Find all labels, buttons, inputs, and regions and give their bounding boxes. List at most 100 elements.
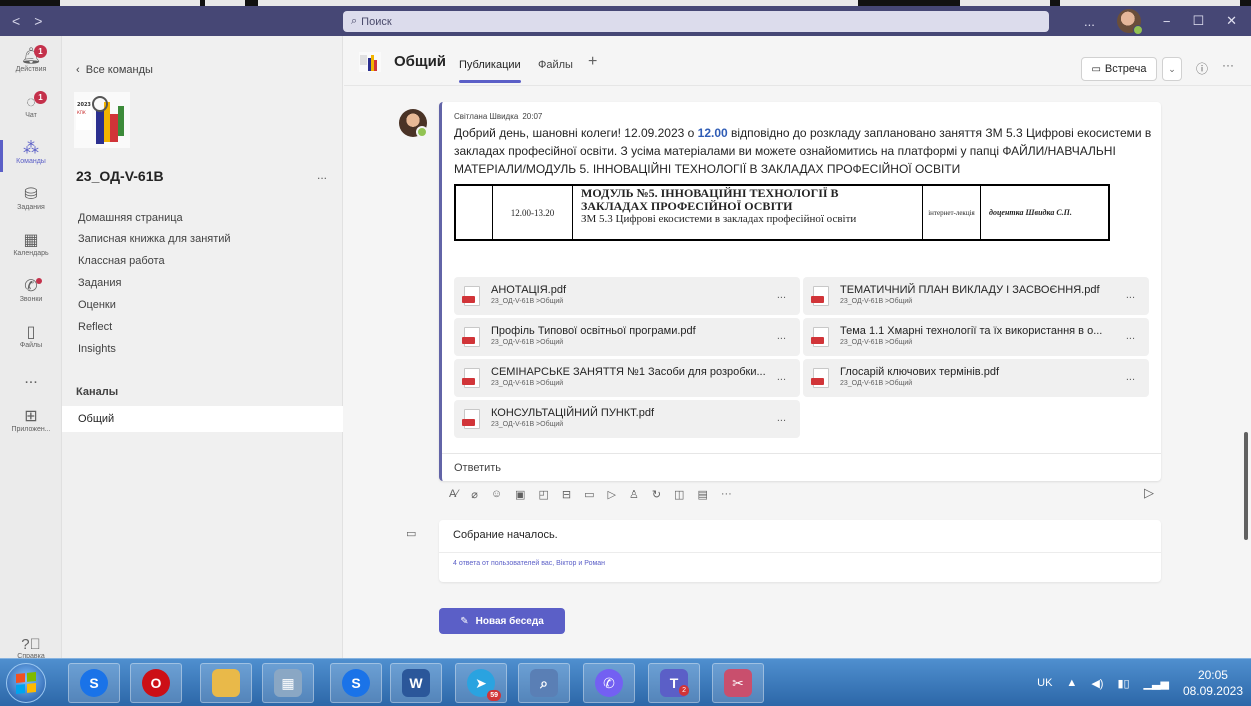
tab-files[interactable]: Файлы [538,59,573,71]
close-button[interactable]: ✕ [1226,13,1237,29]
rail-files[interactable]: ▯ Файлы [0,324,62,349]
rail-more[interactable]: ... [0,370,62,388]
clock[interactable]: 20:05 08.09.2023 [1183,667,1243,699]
rail-calendar[interactable]: ▦ Календарь [0,232,62,257]
gif-icon[interactable]: ▣ [515,488,525,501]
sidebar-item-grades[interactable]: Оценки [78,299,116,311]
video-icon[interactable]: ▭ [584,488,594,501]
language-indicator[interactable]: UK [1037,677,1052,689]
sidebar-item-assignments[interactable]: Задания [78,277,121,289]
emoji-icon[interactable]: ☺ [491,488,502,500]
start-button[interactable] [6,663,46,703]
tray-expand-icon[interactable]: ▲ [1066,677,1077,689]
chrome-icon: S [342,669,370,697]
search-icon: ⌕ [351,15,358,27]
file-more-button[interactable]: ... [1126,330,1135,342]
format-icon[interactable]: A⁄ [449,488,458,500]
pdf-file-icon [811,327,831,347]
sidebar-item-insights[interactable]: Insights [78,343,116,355]
author-avatar[interactable] [399,109,428,138]
file-more-button[interactable]: ... [1126,289,1135,301]
loop-icon[interactable]: ↻ [652,488,661,501]
sticker-icon[interactable]: ◰ [538,488,548,501]
file-attachment[interactable]: Глосарій ключових термінів.pdf 23_ОД-V-6… [803,359,1149,397]
chrome-icon: S [80,669,108,697]
send-icon[interactable]: ▷ [1144,485,1154,501]
bell-icon: 🔔︎ 1 [0,45,62,66]
schedule-meeting-icon[interactable]: ⊟ [562,488,571,501]
stream-icon[interactable]: ▷ [607,488,615,501]
file-more-button[interactable]: ... [777,330,786,342]
maximize-button[interactable]: ☐ [1192,13,1204,29]
file-attachment[interactable]: СЕМІНАРСЬКЕ ЗАНЯТТЯ №1 Засоби для розроб… [454,359,800,397]
meeting-replies-link[interactable]: 4 ответа от пользователей вас, Віктор и … [453,560,605,567]
rail-activity[interactable]: 🔔︎ 1 Действия [0,45,62,73]
taskbar-calculator[interactable]: ▦ [262,663,314,703]
sidebar-item-notebook[interactable]: Записная книжка для занятий [78,233,231,245]
rail-calls[interactable]: ✆ Звонки [0,278,62,303]
search-input[interactable]: ⌕ Поиск [343,11,1049,32]
chat-badge: 1 [34,91,47,104]
taskbar-viber[interactable]: ✆ [583,663,635,703]
info-icon[interactable]: ⓘ [1196,60,1208,77]
taskbar-chrome[interactable]: S [68,663,120,703]
forward-nav-icon[interactable]: > [34,13,56,29]
attach-icon[interactable]: ⌀ [471,488,478,501]
schedule-table: 12.00-13.20 МОДУЛЬ №5. ІННОВАЦІЙНІ ТЕХНО… [454,184,1110,241]
signal-icon[interactable]: ▁▃▅ [1144,677,1169,690]
tab-posts[interactable]: Публикации [459,59,521,83]
taskbar-teams[interactable]: T2 [648,663,700,703]
system-tray: UK ▲ ◀) ▮▯ ▁▃▅ 20:05 08.09.2023 [1037,659,1251,706]
meet-button[interactable]: ▭ Встреча [1081,57,1157,81]
file-more-button[interactable]: ... [777,371,786,383]
rail-label: Файлы [19,342,43,349]
channel-general[interactable]: Общий [62,406,343,432]
volume-icon[interactable]: ◀) [1091,677,1103,690]
settings-more-button[interactable]: ... [1084,14,1095,29]
new-conversation-button[interactable]: ✎ Новая беседа [439,608,565,634]
forms-icon[interactable]: ◫ [674,488,684,501]
rail-help[interactable]: ?⃝ Справка [0,636,62,660]
message-time-highlight: 12.00 [697,126,728,140]
file-attachment[interactable]: АНОТАЦІЯ.pdf 23_ОД-V-61В >Общий ... [454,277,800,315]
rail-chat[interactable]: ◌ 1 Чат [0,91,62,119]
file-attachment[interactable]: ТЕМАТИЧНИЙ ПЛАН ВИКЛАДУ І ЗАСВОЄННЯ.pdf … [803,277,1149,315]
pdf-file-icon [462,368,482,388]
add-tab-button[interactable]: + [588,53,597,71]
file-more-button[interactable]: ... [777,412,786,424]
taskbar-explorer[interactable] [200,663,252,703]
praise-icon[interactable]: ♙ [629,488,639,501]
sidebar-item-home[interactable]: Домашняя страница [78,212,183,224]
network-icon[interactable]: ▮▯ [1117,677,1129,690]
onenote-icon[interactable]: ▤ [697,488,707,501]
reply-button[interactable]: Ответить [442,453,1161,481]
back-nav-icon[interactable]: < [12,13,34,29]
rail-teams[interactable]: ⁂ Команды [0,140,62,172]
file-attachment[interactable]: Профіль Типової освітньої програми.pdf 2… [454,318,800,356]
taskbar-word[interactable]: W [390,663,442,703]
file-attachment[interactable]: Тема 1.1 Хмарні технології та їх викорис… [803,318,1149,356]
sidebar-item-classwork[interactable]: Классная работа [78,255,165,267]
team-more-button[interactable]: ... [317,168,327,182]
file-more-button[interactable]: ... [777,289,786,301]
profile-avatar[interactable] [1116,9,1143,35]
taskbar-opera[interactable]: O [130,663,182,703]
file-path: 23_ОД-V-61В >Общий [491,421,564,428]
taskbar-chrome-2[interactable]: S [330,663,382,703]
sidebar-item-reflect[interactable]: Reflect [78,321,112,333]
meet-options-button[interactable]: ⌄ [1162,57,1182,81]
minimize-button[interactable]: − [1163,14,1171,29]
scrollbar-thumb[interactable] [1244,432,1248,540]
all-teams-link[interactable]: ‹ Все команды [76,64,153,76]
channel-more-icon[interactable]: ··· [1222,58,1234,72]
taskbar-magnifier[interactable]: ⌕ [518,663,570,703]
rail-assignments[interactable]: ⛁ Задания [0,186,62,211]
rail-apps[interactable]: ⊞ Приложен... [0,408,62,433]
more-icon[interactable]: ··· [721,488,732,500]
taskbar-telegram[interactable]: ➤ 59 [455,663,507,703]
file-attachment[interactable]: КОНСУЛЬТАЦІЙНИЙ ПУНКТ.pdf 23_ОД-V-61В >О… [454,400,800,438]
search-placeholder: Поиск [361,15,392,28]
post-author[interactable]: Світлана Швидка [454,112,518,121]
taskbar-snipping-tool[interactable]: ✂ [712,663,764,703]
file-more-button[interactable]: ... [1126,371,1135,383]
